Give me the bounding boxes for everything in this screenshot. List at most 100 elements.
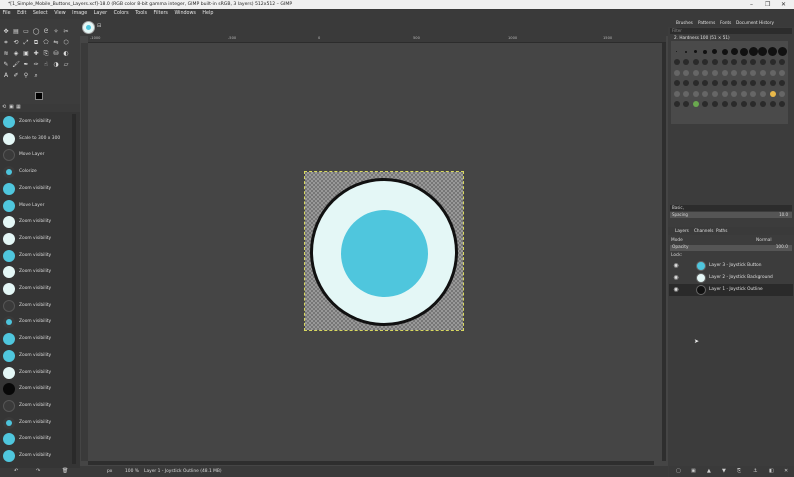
- brush-preview[interactable]: [692, 101, 699, 107]
- menu-layer[interactable]: Layer: [91, 9, 109, 19]
- fuzzy-select-icon[interactable]: ✧: [52, 28, 60, 36]
- history-item[interactable]: Zoom visibility: [1, 281, 73, 297]
- flip-icon[interactable]: ⇋: [52, 39, 60, 47]
- brush-preview[interactable]: [731, 69, 738, 76]
- brush-preview[interactable]: [673, 80, 680, 86]
- brush-preview[interactable]: [731, 90, 738, 97]
- opacity-slider[interactable]: Opacity 100.0: [670, 245, 792, 251]
- brush-preview[interactable]: [683, 90, 690, 97]
- visibility-eye-icon[interactable]: ◉: [672, 274, 680, 282]
- unified-transform-icon[interactable]: ▣: [22, 50, 30, 58]
- brush-preview[interactable]: [731, 80, 738, 86]
- history-item[interactable]: Zoom visibility: [1, 431, 73, 447]
- brush-preview[interactable]: [683, 59, 690, 65]
- history-item[interactable]: Zoom visibility: [1, 331, 73, 347]
- bucket-fill-icon[interactable]: ⛁: [52, 50, 60, 58]
- perspective-icon[interactable]: ⬠: [42, 39, 50, 47]
- layer-name[interactable]: Layer 1 - Joystick Outline: [709, 284, 763, 296]
- layer-name[interactable]: Layer 2 - Joystick Background: [709, 272, 773, 284]
- menu-windows[interactable]: Windows: [172, 9, 198, 19]
- brush-preview[interactable]: [768, 47, 777, 56]
- history-item[interactable]: Move Layer: [1, 198, 73, 214]
- clear-history-icon[interactable]: 🗑: [62, 468, 68, 474]
- scissors-icon[interactable]: ✂: [62, 28, 70, 36]
- close-icon[interactable]: ✕: [781, 0, 786, 9]
- brush-preview[interactable]: [711, 80, 718, 86]
- brush-preview[interactable]: [673, 90, 680, 97]
- brush-preview[interactable]: [702, 69, 709, 76]
- smudge-icon[interactable]: ☝: [42, 61, 50, 69]
- brush-preview[interactable]: [673, 101, 680, 107]
- image-canvas[interactable]: [304, 171, 464, 331]
- brush-preview[interactable]: [779, 59, 786, 65]
- new-layer-icon[interactable]: ▢: [676, 468, 681, 474]
- brush-tag-input[interactable]: Basic,: [670, 205, 792, 211]
- history-item[interactable]: Zoom visibility: [1, 114, 73, 130]
- brush-preview[interactable]: [692, 59, 699, 65]
- brush-preview[interactable]: [740, 90, 747, 97]
- paths-tool-icon[interactable]: ✐: [12, 72, 20, 80]
- brush-preview[interactable]: [750, 80, 757, 86]
- image-tab-thumbnail[interactable]: [82, 21, 95, 34]
- brush-preview[interactable]: [769, 101, 776, 107]
- handle-transform-icon[interactable]: ◈: [12, 50, 20, 58]
- menu-edit[interactable]: Edit: [15, 9, 29, 19]
- brush-preview[interactable]: [702, 59, 709, 65]
- mode-select[interactable]: Normal: [756, 237, 772, 244]
- brush-preview[interactable]: [711, 90, 718, 97]
- brush-preview[interactable]: [750, 69, 757, 76]
- brush-preview[interactable]: [779, 80, 786, 86]
- layer-name[interactable]: Layer 3 - Joystick Button: [709, 260, 762, 272]
- brush-preview[interactable]: [779, 90, 786, 97]
- paintbrush-icon[interactable]: 🖌: [12, 61, 20, 69]
- raise-layer-icon[interactable]: ▲: [707, 468, 711, 474]
- gradient-icon[interactable]: ◐: [62, 50, 70, 58]
- redo-icon[interactable]: ↷: [36, 468, 40, 474]
- brush-preview[interactable]: [721, 48, 728, 55]
- tab-close-icon[interactable]: ⊟: [97, 23, 101, 29]
- history-item[interactable]: Scale to 300 x 300: [1, 131, 73, 147]
- brush-preview[interactable]: [702, 80, 709, 86]
- mode-row[interactable]: Mode Normal: [671, 237, 791, 244]
- minimize-icon[interactable]: –: [750, 0, 753, 9]
- history-item[interactable]: Colorize: [1, 164, 73, 180]
- brush-preview[interactable]: [730, 48, 738, 55]
- zoom-tool-icon[interactable]: ⌕: [32, 72, 40, 80]
- warp-icon[interactable]: ≋: [2, 50, 10, 58]
- brush-preview[interactable]: [683, 80, 690, 86]
- rect-select-icon[interactable]: ▭: [22, 28, 30, 36]
- align-tool-icon[interactable]: ▤: [12, 28, 20, 36]
- history-item[interactable]: Zoom visibility: [1, 365, 73, 381]
- history-item[interactable]: Zoom visibility: [1, 415, 73, 431]
- brush-preview[interactable]: [769, 59, 776, 65]
- shear-icon[interactable]: ⧉: [32, 39, 40, 47]
- brush-preview[interactable]: [779, 101, 786, 107]
- menu-colors[interactable]: Colors: [111, 9, 131, 19]
- history-item[interactable]: Zoom visibility: [1, 298, 73, 314]
- brush-preview[interactable]: [702, 90, 709, 97]
- ellipse-select-icon[interactable]: ◯: [32, 28, 40, 36]
- clone-icon[interactable]: ⎘: [42, 50, 50, 58]
- brush-preview[interactable]: [740, 101, 747, 107]
- eraser-icon[interactable]: ▱: [62, 61, 70, 69]
- brush-preview[interactable]: [721, 101, 728, 107]
- brush-preview[interactable]: [683, 69, 690, 76]
- menu-help[interactable]: Help: [200, 9, 216, 19]
- history-item[interactable]: Move Layer: [1, 147, 73, 163]
- ink-icon[interactable]: ✑: [32, 61, 40, 69]
- brush-preview[interactable]: [759, 90, 766, 97]
- brush-preview[interactable]: [692, 80, 699, 86]
- airbrush-icon[interactable]: ✒: [22, 61, 30, 69]
- vertical-scrollbar[interactable]: [662, 43, 666, 461]
- menu-filters[interactable]: Filters: [151, 9, 170, 19]
- brush-preview[interactable]: [769, 90, 776, 97]
- maximize-icon[interactable]: ❐: [765, 0, 770, 9]
- brush-preview[interactable]: [759, 80, 766, 86]
- delete-layer-icon[interactable]: ✕: [784, 468, 788, 474]
- menu-tools[interactable]: Tools: [133, 9, 150, 19]
- history-item[interactable]: Zoom visibility: [1, 398, 73, 414]
- tab-paths[interactable]: Paths: [716, 228, 727, 233]
- scale-icon[interactable]: ⤢: [22, 39, 30, 47]
- brush-preview[interactable]: [673, 59, 680, 65]
- menu-select[interactable]: Select: [30, 9, 50, 19]
